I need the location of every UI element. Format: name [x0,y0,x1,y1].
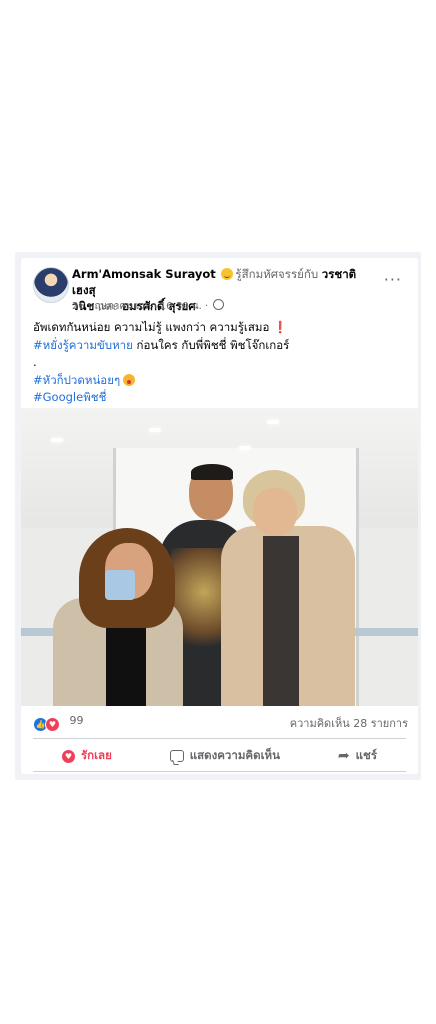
comment-label: แสดงความคิดเห็น [189,748,280,762]
heart-icon: ♥ [61,749,75,763]
hashtag-1[interactable]: #หยั่งรู้ความขับหาย [33,338,133,352]
post-body: อัพเดทกันหน่อย ความไม่รู้ แพงกว่า ความรู… [33,319,413,407]
post-meta: 26 พฤษภาคม เวลา 16:30 น. · [72,299,225,314]
photo-light [149,428,161,432]
exclamation-icon: ❗ [273,320,288,334]
post-photo[interactable] [21,408,418,706]
face-emoji-icon [123,373,136,386]
divider [33,738,406,739]
person-left-mask [105,570,135,600]
post-line-1: อัพเดทกันหน่อย ความไม่รู้ แพงกว่า ความรู… [33,319,413,337]
share-label: แชร์ [355,748,378,762]
divider [33,771,406,772]
post-card: Arm'Amonsak Surayot รู้สึกมหัศจรรย์กับ ว… [21,258,418,774]
globe-icon [213,299,225,310]
photo-light [51,438,63,442]
share-button[interactable]: ➦ แชร์ [338,747,377,765]
love-button[interactable]: ♥ รักเลย [61,747,112,765]
photo-light [239,446,251,450]
author-avatar[interactable] [33,267,69,303]
post-line-2: #หยั่งรู้ความขับหาย ก่อนใคร กับพี่พิชชี่… [33,337,413,355]
comment-icon [169,750,184,762]
comment-count[interactable]: ความคิดเห็น 28 รายการ [290,714,408,732]
post-line-5: #Googleพิชชี่ [33,389,413,407]
post-line-3: . [33,355,37,369]
love-label: รักเลย [80,748,112,762]
smile-emoji-icon [221,268,234,280]
post-header: Arm'Amonsak Surayot รู้สึกมหัศจรรย์กับ ว… [21,258,418,314]
person-center-hair [191,464,233,480]
post-line-4: #หัวก็ปวดหน่อยๆ [33,372,413,390]
post-text-2: ก่อนใคร กับพี่พิชชี่ พิชโจ๊กเกอร์ [132,337,290,352]
feeling-text: รู้สึกมหัศจรรย์กับ [235,267,319,281]
comment-button[interactable]: แสดงความคิดเห็น [169,747,280,765]
share-icon: ➦ [337,748,350,764]
hashtag-3[interactable]: #Googleพิชชี่ [33,390,106,404]
post-text-1: อัพเดทกันหน่อย ความไม่รู้ แพงกว่า ความรู… [33,320,270,334]
love-reaction-icon[interactable]: ♥ [45,717,60,732]
photo-light [267,420,279,424]
reaction-summary: 👍 ♥ 99 ความคิดเห็น 28 รายการ [33,714,408,732]
reaction-count[interactable]: 99 [70,714,84,727]
action-bar: ♥ รักเลย แสดงความคิดเห็น ➦ แชร์ [33,741,406,771]
more-options-icon[interactable]: ··· [384,270,402,289]
person-right-shirt [263,536,299,706]
hashtag-2[interactable]: #หัวก็ปวดหน่อยๆ [33,373,120,387]
author-name[interactable]: Arm'Amonsak Surayot [72,267,216,281]
person-right-face [253,488,297,536]
post-date[interactable]: 26 พฤษภาคม เวลา 16:30 น. · [72,301,208,312]
